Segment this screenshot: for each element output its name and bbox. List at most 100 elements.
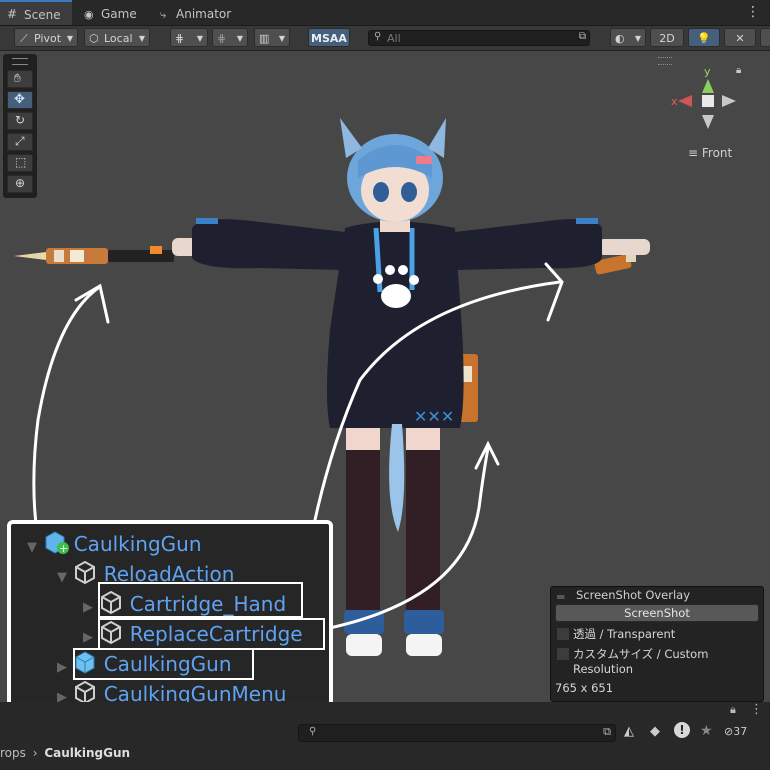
lock-icon[interactable]: 🔒︎ xyxy=(730,703,736,717)
2d-toggle[interactable]: 2D xyxy=(650,28,684,47)
ruler-icon: ▥ xyxy=(259,32,270,45)
chevron-down-icon: ▼ xyxy=(66,34,73,43)
breadcrumb-current[interactable]: CaulkingGun xyxy=(44,746,130,760)
effects-toggle[interactable] xyxy=(760,28,770,47)
tree-row-root[interactable]: ▼ + CaulkingGun xyxy=(27,530,202,558)
rotate-tool-button[interactable]: ↻ xyxy=(7,112,33,130)
search-icon: ⚲ xyxy=(309,726,317,737)
hoodie-body xyxy=(327,221,464,428)
scale-tool-button[interactable]: ⤢ xyxy=(7,133,33,151)
tab-scene[interactable]: # Scene xyxy=(0,0,72,25)
search-link-icon: ⧉ xyxy=(578,31,586,42)
move-tool-button[interactable]: ✥ xyxy=(7,91,33,109)
right-hand xyxy=(598,239,650,255)
rect-icon: ⬚ xyxy=(15,155,27,169)
scene-search-input[interactable]: ⚲ All ⧉ xyxy=(368,30,590,46)
overlay-grip-icon[interactable]: ═ xyxy=(557,590,564,604)
shoe-left xyxy=(344,610,384,656)
pivot-dropdown[interactable]: ⟋ Pivot ▼ xyxy=(14,28,78,47)
hand-tool-button[interactable]: ✋︎ xyxy=(7,70,33,88)
panel-grip-icon[interactable] xyxy=(12,58,28,65)
transparent-checkbox[interactable] xyxy=(556,627,570,641)
gizmo-view-text: Front xyxy=(701,146,733,160)
more-options-icon[interactable]: ⋮ xyxy=(746,3,760,21)
expand-arrow-icon: ▼ xyxy=(27,540,37,555)
chevron-right-icon: › xyxy=(32,746,38,760)
custom-resolution-checkbox[interactable] xyxy=(556,647,570,661)
thigh-left xyxy=(346,428,380,450)
audio-toggle[interactable]: ✕ xyxy=(724,28,756,47)
prefab-variant-icon: + xyxy=(43,531,70,555)
sleeve-stripe xyxy=(576,218,598,224)
scale-icon: ⤢ xyxy=(15,134,25,148)
filter-type-icon[interactable]: ◭ xyxy=(624,724,634,739)
hand-icon: ✋︎ xyxy=(14,71,21,85)
favorite-star-icon[interactable]: ★ xyxy=(700,723,713,739)
resolution-readout: 765 x 651 xyxy=(555,681,614,695)
rect-tool-button[interactable]: ⬚ xyxy=(7,154,33,172)
local-dropdown[interactable]: ⬡ Local ▼ xyxy=(84,28,150,47)
chevron-down-icon: ▼ xyxy=(278,34,285,43)
gamepad-icon: ◉ xyxy=(84,8,94,21)
highlight-box-cartridge-hand xyxy=(98,582,303,618)
animator-icon: ⤷ xyxy=(160,8,167,21)
label-tag-icon[interactable]: ◆ xyxy=(650,724,660,739)
sleeve-stripe xyxy=(196,218,218,224)
orientation-gizmo[interactable]: y x ≡ Front 🔒︎ xyxy=(666,65,756,165)
rotate-icon: ↻ xyxy=(15,113,26,127)
cube-icon: ⬡ xyxy=(89,32,99,45)
overlay-title: ScreenShot Overlay xyxy=(576,588,691,602)
gameobject-icon xyxy=(73,560,97,585)
mute-icon: ✕ xyxy=(735,32,745,45)
grid-snap-button[interactable]: ⋕ ▼ xyxy=(170,28,208,47)
hidden-count-value: 37 xyxy=(733,725,748,738)
shading-mode-button[interactable]: ◐ ▼ xyxy=(610,28,646,47)
breadcrumb-prefix[interactable]: rops xyxy=(0,746,26,760)
msaa-button[interactable]: MSAA xyxy=(308,28,350,47)
leg-left xyxy=(346,428,380,610)
svg-text:+: + xyxy=(59,542,68,555)
window-tab-bar: # Scene ◉ Game ⤷ Animator ⋮ xyxy=(0,0,770,26)
sphere-icon: ◐ xyxy=(615,32,625,45)
caulking-gun-left xyxy=(14,246,174,264)
chevron-down-icon: ▼ xyxy=(196,34,203,43)
arrowhead xyxy=(544,262,564,322)
thigh-right xyxy=(406,428,440,450)
hidden-count[interactable]: ⊘37 xyxy=(724,725,747,738)
lock-icon[interactable]: 🔒︎ xyxy=(736,65,741,76)
increment-snap-button[interactable]: ⋕ ▼ xyxy=(212,28,248,47)
pivot-icon: ⟋ xyxy=(20,32,28,45)
tab-game-label: Game xyxy=(101,7,137,21)
grid-snap-icon: ⋕ xyxy=(175,32,185,45)
hierarchy-search-input[interactable]: ⚲ ⧉ xyxy=(298,724,616,742)
search-link-icon: ⧉ xyxy=(603,725,611,738)
shoe-right xyxy=(404,610,444,656)
search-placeholder: All xyxy=(387,32,401,45)
tree-label-root: CaulkingGun xyxy=(73,532,202,556)
overlay-grip-icon[interactable] xyxy=(658,57,672,65)
transform-icon: ⊕ xyxy=(15,176,26,190)
local-label: Local xyxy=(104,32,133,45)
snap-grid-icon: ⋕ xyxy=(217,32,227,45)
ruler-button[interactable]: ▥ ▼ xyxy=(254,28,290,47)
hair-clip xyxy=(416,156,432,164)
lighting-toggle[interactable]: 💡 xyxy=(688,28,720,47)
left-sleeve xyxy=(192,219,345,270)
scene-toolbar: ⟋ Pivot ▼ ⬡ Local ▼ ⋕ ▼ ⋕ ▼ ▥ ▼ MSAA ⚲ A… xyxy=(0,26,770,51)
transform-tool-button[interactable]: ⊕ xyxy=(7,175,33,193)
warning-icon[interactable]: ! xyxy=(674,722,690,738)
screenshot-button[interactable]: ScreenShot xyxy=(555,604,759,622)
expand-arrow-icon: ▼ xyxy=(57,570,67,585)
chevron-down-icon: ▼ xyxy=(138,34,145,43)
hierarchy-inset: ▼ + CaulkingGun ▼ ReloadAction ▶ Cartrid… xyxy=(7,520,333,718)
cat-tail xyxy=(389,424,405,532)
tab-game[interactable]: ◉ Game xyxy=(84,0,154,25)
gizmo-view-label: ≡ Front xyxy=(688,146,733,160)
expand-arrow-icon: ▶ xyxy=(57,660,67,675)
tab-animator[interactable]: ⤷ Animator xyxy=(160,0,250,25)
eye-right xyxy=(401,182,417,202)
screenshot-overlay-panel: ═ ScreenShot Overlay ScreenShot 透過 / Tra… xyxy=(550,586,764,702)
expand-arrow-icon: ▶ xyxy=(83,600,93,615)
more-options-icon[interactable]: ⋮ xyxy=(750,702,763,717)
eye-left xyxy=(373,182,389,202)
